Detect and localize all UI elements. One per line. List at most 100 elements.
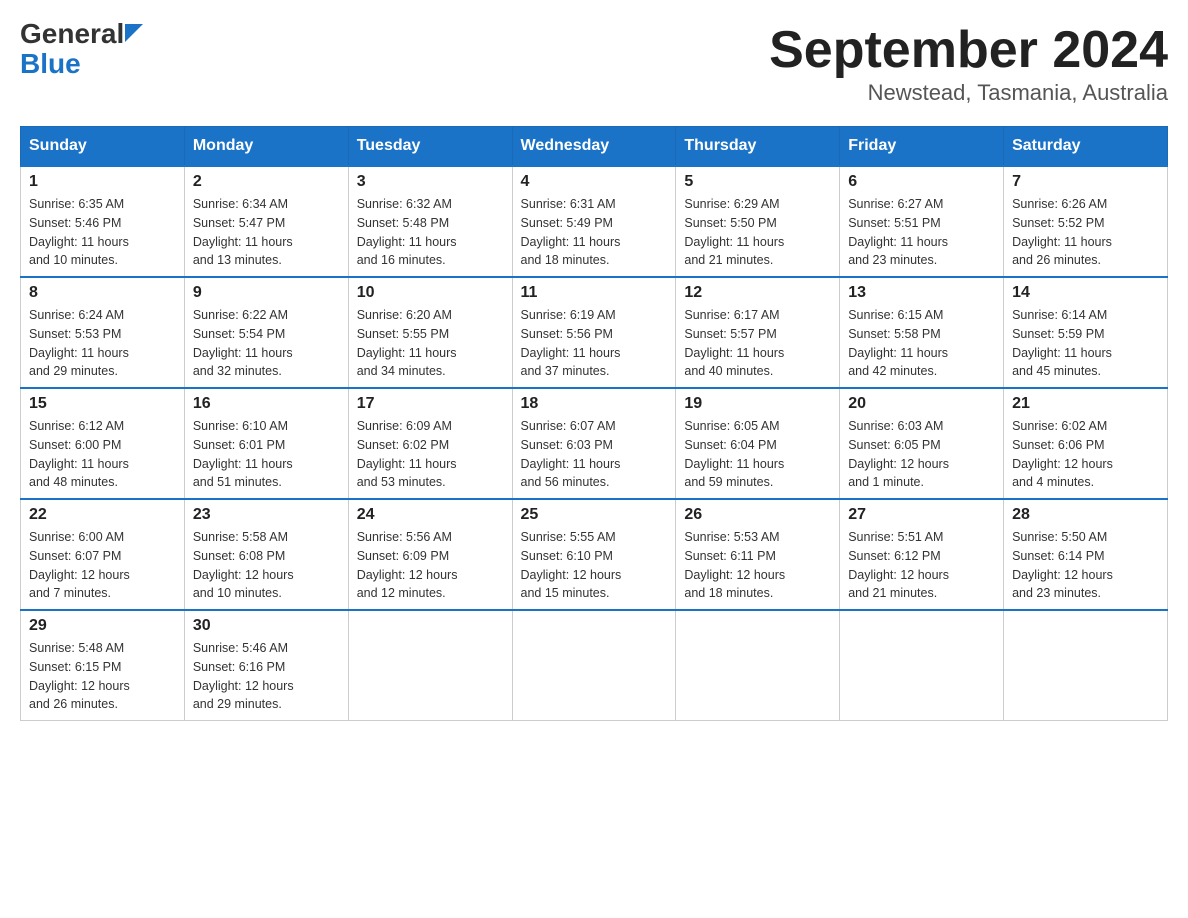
day-number: 14	[1012, 284, 1159, 302]
table-row: 14 Sunrise: 6:14 AMSunset: 5:59 PMDayligh…	[1004, 277, 1168, 388]
col-header-friday: Friday	[840, 127, 1004, 167]
day-info: Sunrise: 6:32 AMSunset: 5:48 PMDaylight:…	[357, 195, 504, 270]
day-info: Sunrise: 5:46 AMSunset: 6:16 PMDaylight:…	[193, 639, 340, 714]
day-number: 19	[684, 395, 831, 413]
table-row: 2 Sunrise: 6:34 AMSunset: 5:47 PMDaylight…	[184, 166, 348, 277]
table-row: 4 Sunrise: 6:31 AMSunset: 5:49 PMDaylight…	[512, 166, 676, 277]
logo-arrow-icon	[125, 24, 143, 42]
calendar-table: Sunday Monday Tuesday Wednesday Thursday…	[20, 126, 1168, 721]
table-row: 25 Sunrise: 5:55 AMSunset: 6:10 PMDayligh…	[512, 499, 676, 610]
table-row: 3 Sunrise: 6:32 AMSunset: 5:48 PMDaylight…	[348, 166, 512, 277]
day-info: Sunrise: 6:07 AMSunset: 6:03 PMDaylight:…	[521, 417, 668, 492]
col-header-tuesday: Tuesday	[348, 127, 512, 167]
table-row: 15Sunrise: 6:12 AMSunset: 6:00 PMDayligh…	[21, 388, 185, 499]
table-row: 12 Sunrise: 6:17 AMSunset: 5:57 PMDayligh…	[676, 277, 840, 388]
table-row: 23 Sunrise: 5:58 AMSunset: 6:08 PMDayligh…	[184, 499, 348, 610]
table-row: 7Sunrise: 6:26 AMSunset: 5:52 PMDaylight…	[1004, 166, 1168, 277]
day-number: 10	[357, 284, 504, 302]
table-row: 17 Sunrise: 6:09 AMSunset: 6:02 PMDayligh…	[348, 388, 512, 499]
table-row	[1004, 610, 1168, 721]
day-number: 20	[848, 395, 995, 413]
day-info: Sunrise: 5:50 AMSunset: 6:14 PMDaylight:…	[1012, 528, 1159, 603]
table-row: 8 Sunrise: 6:24 AMSunset: 5:53 PMDaylight…	[21, 277, 185, 388]
calendar-week-3: 15Sunrise: 6:12 AMSunset: 6:00 PMDayligh…	[21, 388, 1168, 499]
title-section: September 2024 Newstead, Tasmania, Austr…	[769, 20, 1168, 106]
logo: General Blue	[20, 20, 143, 80]
month-title: September 2024	[769, 20, 1168, 80]
table-row: 6 Sunrise: 6:27 AMSunset: 5:51 PMDaylight…	[840, 166, 1004, 277]
day-number: 1	[29, 173, 176, 191]
table-row: 27 Sunrise: 5:51 AMSunset: 6:12 PMDayligh…	[840, 499, 1004, 610]
table-row	[840, 610, 1004, 721]
day-number: 15	[29, 395, 176, 413]
day-number: 28	[1012, 506, 1159, 524]
day-info: Sunrise: 5:51 AMSunset: 6:12 PMDaylight:…	[848, 528, 995, 603]
day-info: Sunrise: 6:05 AMSunset: 6:04 PMDaylight:…	[684, 417, 831, 492]
table-row: 21Sunrise: 6:02 AMSunset: 6:06 PMDayligh…	[1004, 388, 1168, 499]
day-info: Sunrise: 5:56 AMSunset: 6:09 PMDaylight:…	[357, 528, 504, 603]
day-number: 26	[684, 506, 831, 524]
day-number: 2	[193, 173, 340, 191]
table-row	[512, 610, 676, 721]
day-info: Sunrise: 6:34 AMSunset: 5:47 PMDaylight:…	[193, 195, 340, 270]
location-subtitle: Newstead, Tasmania, Australia	[769, 80, 1168, 106]
table-row: 19 Sunrise: 6:05 AMSunset: 6:04 PMDayligh…	[676, 388, 840, 499]
col-header-sunday: Sunday	[21, 127, 185, 167]
day-number: 12	[684, 284, 831, 302]
logo-text-general: General	[20, 20, 124, 48]
day-info: Sunrise: 6:15 AMSunset: 5:58 PMDaylight:…	[848, 306, 995, 381]
calendar-header-row: Sunday Monday Tuesday Wednesday Thursday…	[21, 127, 1168, 167]
day-info: Sunrise: 5:48 AMSunset: 6:15 PMDaylight:…	[29, 639, 176, 714]
day-info: Sunrise: 5:53 AMSunset: 6:11 PMDaylight:…	[684, 528, 831, 603]
table-row: 22Sunrise: 6:00 AMSunset: 6:07 PMDayligh…	[21, 499, 185, 610]
day-number: 11	[521, 284, 668, 302]
day-number: 4	[521, 173, 668, 191]
day-number: 17	[357, 395, 504, 413]
day-info: Sunrise: 6:17 AMSunset: 5:57 PMDaylight:…	[684, 306, 831, 381]
calendar-week-2: 8 Sunrise: 6:24 AMSunset: 5:53 PMDaylight…	[21, 277, 1168, 388]
table-row: 20 Sunrise: 6:03 AMSunset: 6:05 PMDayligh…	[840, 388, 1004, 499]
day-info: Sunrise: 5:58 AMSunset: 6:08 PMDaylight:…	[193, 528, 340, 603]
day-number: 27	[848, 506, 995, 524]
day-number: 13	[848, 284, 995, 302]
day-info: Sunrise: 6:22 AMSunset: 5:54 PMDaylight:…	[193, 306, 340, 381]
day-number: 9	[193, 284, 340, 302]
table-row: 10 Sunrise: 6:20 AMSunset: 5:55 PMDayligh…	[348, 277, 512, 388]
table-row: 18 Sunrise: 6:07 AMSunset: 6:03 PMDayligh…	[512, 388, 676, 499]
day-info: Sunrise: 6:31 AMSunset: 5:49 PMDaylight:…	[521, 195, 668, 270]
table-row: 1 Sunrise: 6:35 AMSunset: 5:46 PMDaylight…	[21, 166, 185, 277]
day-info: Sunrise: 6:03 AMSunset: 6:05 PMDaylight:…	[848, 417, 995, 492]
calendar-week-1: 1 Sunrise: 6:35 AMSunset: 5:46 PMDaylight…	[21, 166, 1168, 277]
col-header-thursday: Thursday	[676, 127, 840, 167]
table-row: 30 Sunrise: 5:46 AMSunset: 6:16 PMDayligh…	[184, 610, 348, 721]
day-info: Sunrise: 6:10 AMSunset: 6:01 PMDaylight:…	[193, 417, 340, 492]
table-row: 11Sunrise: 6:19 AMSunset: 5:56 PMDayligh…	[512, 277, 676, 388]
col-header-wednesday: Wednesday	[512, 127, 676, 167]
col-header-monday: Monday	[184, 127, 348, 167]
day-number: 16	[193, 395, 340, 413]
day-info: Sunrise: 6:14 AMSunset: 5:59 PMDaylight:…	[1012, 306, 1159, 381]
table-row: 13 Sunrise: 6:15 AMSunset: 5:58 PMDayligh…	[840, 277, 1004, 388]
day-info: Sunrise: 6:09 AMSunset: 6:02 PMDaylight:…	[357, 417, 504, 492]
day-info: Sunrise: 6:24 AMSunset: 5:53 PMDaylight:…	[29, 306, 176, 381]
day-info: Sunrise: 6:35 AMSunset: 5:46 PMDaylight:…	[29, 195, 176, 270]
table-row: 26 Sunrise: 5:53 AMSunset: 6:11 PMDayligh…	[676, 499, 840, 610]
day-number: 8	[29, 284, 176, 302]
day-number: 6	[848, 173, 995, 191]
day-info: Sunrise: 5:55 AMSunset: 6:10 PMDaylight:…	[521, 528, 668, 603]
day-info: Sunrise: 6:27 AMSunset: 5:51 PMDaylight:…	[848, 195, 995, 270]
col-header-saturday: Saturday	[1004, 127, 1168, 167]
day-info: Sunrise: 6:20 AMSunset: 5:55 PMDaylight:…	[357, 306, 504, 381]
calendar-week-4: 22Sunrise: 6:00 AMSunset: 6:07 PMDayligh…	[21, 499, 1168, 610]
day-number: 25	[521, 506, 668, 524]
calendar-week-5: 29 Sunrise: 5:48 AMSunset: 6:15 PMDayligh…	[21, 610, 1168, 721]
day-number: 21	[1012, 395, 1159, 413]
day-number: 30	[193, 617, 340, 635]
day-number: 18	[521, 395, 668, 413]
day-number: 24	[357, 506, 504, 524]
table-row: 5Sunrise: 6:29 AMSunset: 5:50 PMDaylight…	[676, 166, 840, 277]
day-number: 5	[684, 173, 831, 191]
day-number: 29	[29, 617, 176, 635]
day-number: 3	[357, 173, 504, 191]
day-number: 23	[193, 506, 340, 524]
